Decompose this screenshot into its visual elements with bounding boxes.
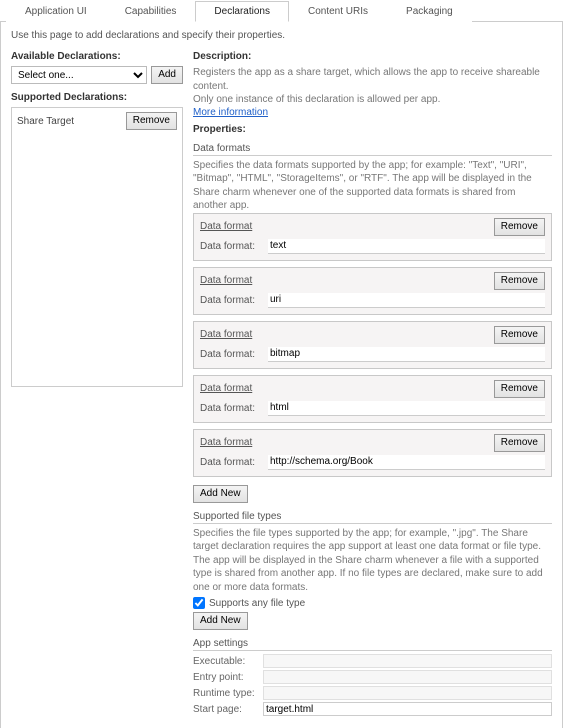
data-format-block: Data format Remove Data format:: [193, 429, 552, 477]
page-intro: Use this page to add declarations and sp…: [11, 30, 552, 41]
data-format-input[interactable]: [268, 239, 545, 254]
data-format-field-label: Data format:: [200, 403, 262, 414]
remove-data-format-button[interactable]: Remove: [494, 218, 545, 236]
tab-capabilities[interactable]: Capabilities: [106, 1, 196, 22]
supports-any-file-type-row[interactable]: Supports any file type: [193, 597, 552, 609]
page-body: Use this page to add declarations and sp…: [0, 22, 563, 728]
description-line2: Only one instance of this declaration is…: [193, 93, 552, 107]
data-format-block: Data format Remove Data format:: [193, 213, 552, 261]
data-format-input[interactable]: [268, 347, 545, 362]
more-information-link[interactable]: More information: [193, 107, 268, 118]
add-button[interactable]: Add: [151, 66, 183, 84]
available-declarations-select[interactable]: Select one...: [11, 66, 147, 84]
supported-item-label: Share Target: [17, 116, 74, 127]
properties-heading: Properties:: [193, 124, 552, 135]
start-page-input[interactable]: [263, 702, 552, 716]
supported-declarations-list: Share Target Remove: [11, 107, 183, 387]
executable-label: Executable:: [193, 656, 257, 667]
entry-point-label: Entry point:: [193, 672, 257, 683]
tab-application-ui[interactable]: Application UI: [6, 1, 106, 22]
data-format-input[interactable]: [268, 293, 545, 308]
tab-content-uris[interactable]: Content URIs: [289, 1, 387, 22]
remove-button[interactable]: Remove: [126, 112, 177, 130]
data-formats-heading: Data formats: [193, 143, 552, 156]
tab-declarations[interactable]: Declarations: [195, 1, 289, 22]
runtime-type-input[interactable]: [263, 686, 552, 700]
tab-packaging[interactable]: Packaging: [387, 1, 472, 22]
data-format-title: Data format: [200, 329, 252, 340]
available-declarations-label: Available Declarations:: [11, 51, 183, 62]
data-format-title: Data format: [200, 275, 252, 286]
data-format-title: Data format: [200, 221, 252, 232]
executable-input[interactable]: [263, 654, 552, 668]
data-format-field-label: Data format:: [200, 457, 262, 468]
data-format-input[interactable]: [268, 401, 545, 416]
remove-data-format-button[interactable]: Remove: [494, 434, 545, 452]
supported-file-types-description: Specifies the file types supported by th…: [193, 527, 552, 595]
add-new-data-format-button[interactable]: Add New: [193, 485, 248, 503]
runtime-type-label: Runtime type:: [193, 688, 257, 699]
left-panel: Available Declarations: Select one... Ad…: [11, 51, 183, 718]
remove-data-format-button[interactable]: Remove: [494, 272, 545, 290]
remove-data-format-button[interactable]: Remove: [494, 380, 545, 398]
supported-item-share-target[interactable]: Share Target Remove: [15, 111, 179, 131]
data-format-block: Data format Remove Data format:: [193, 321, 552, 369]
start-page-label: Start page:: [193, 704, 257, 715]
remove-data-format-button[interactable]: Remove: [494, 326, 545, 344]
data-format-field-label: Data format:: [200, 295, 262, 306]
data-format-title: Data format: [200, 383, 252, 394]
supported-declarations-label: Supported Declarations:: [11, 92, 183, 103]
data-format-block: Data format Remove Data format:: [193, 267, 552, 315]
entry-point-input[interactable]: [263, 670, 552, 684]
app-settings-heading: App settings: [193, 638, 552, 651]
data-formats-description: Specifies the data formats supported by …: [193, 159, 552, 213]
supports-any-file-type-label: Supports any file type: [209, 598, 305, 609]
data-format-block: Data format Remove Data format:: [193, 375, 552, 423]
data-format-title: Data format: [200, 437, 252, 448]
data-format-field-label: Data format:: [200, 241, 262, 252]
data-format-field-label: Data format:: [200, 349, 262, 360]
add-new-file-type-button[interactable]: Add New: [193, 612, 248, 630]
description-heading: Description:: [193, 51, 552, 62]
description-line1: Registers the app as a share target, whi…: [193, 66, 552, 93]
right-panel: Description: Registers the app as a shar…: [193, 51, 552, 718]
tab-bar: Application UI Capabilities Declarations…: [0, 0, 563, 22]
supported-file-types-heading: Supported file types: [193, 511, 552, 524]
supports-any-file-type-checkbox[interactable]: [193, 597, 205, 609]
data-format-input[interactable]: [268, 455, 545, 470]
